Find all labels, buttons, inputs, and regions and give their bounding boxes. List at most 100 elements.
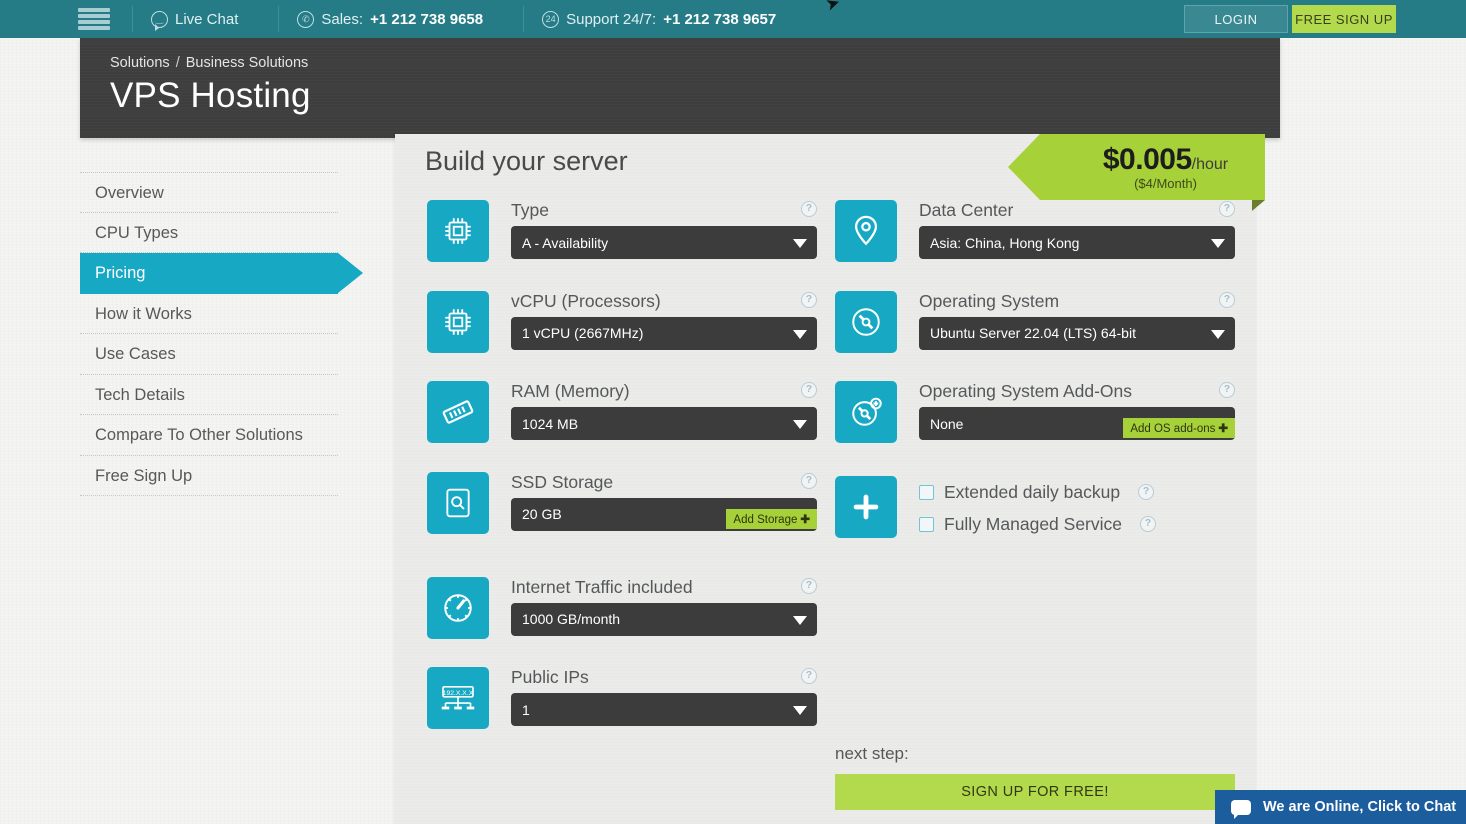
option-label: Fully Managed Service: [944, 513, 1122, 534]
help-icon[interactable]: ?: [1219, 382, 1235, 398]
speedometer-icon: [427, 576, 489, 639]
support-phone[interactable]: 24 Support 24/7: +1 212 738 9657: [524, 10, 794, 28]
type-select[interactable]: A - Availability: [511, 226, 817, 259]
chevron-down-icon: [793, 706, 807, 715]
price-unit: /hour: [1191, 156, 1229, 173]
option-label: Extended daily backup: [944, 481, 1121, 502]
extended-daily-backup-checkbox[interactable]: [919, 484, 934, 500]
price-monthly: ($4/Month): [1134, 176, 1197, 191]
cpu-chip-icon: [427, 290, 489, 353]
help-icon[interactable]: ?: [1140, 516, 1156, 532]
disc-icon: [835, 290, 897, 353]
sidebar-item-free-signup[interactable]: Free Sign Up: [80, 456, 338, 496]
svg-text:192.X.X.X: 192.X.X.X: [443, 690, 474, 697]
form-column-right: Data Center ? Asia: China, Hong Kong Ope…: [835, 200, 1235, 572]
sidebar-item-tech-details[interactable]: Tech Details: [80, 375, 338, 415]
field-label: Operating System: [919, 290, 1060, 311]
internet-traffic-select[interactable]: 1000 GB/month: [511, 602, 817, 636]
field-ram: RAM (Memory) ? 1024 MB: [427, 381, 817, 443]
add-os-addons-button[interactable]: Add OS add-ons ✚: [1123, 418, 1235, 438]
help-icon[interactable]: ?: [801, 472, 817, 489]
next-step-section: next step: SIGN UP FOR FREE!: [835, 744, 1235, 810]
support-number: +1 212 738 9657: [663, 10, 777, 28]
fully-managed-service-checkbox[interactable]: [919, 516, 934, 532]
data-center-select[interactable]: Asia: China, Hong Kong: [919, 226, 1235, 259]
vcpu-select[interactable]: 1 vCPU (2667MHz): [511, 316, 817, 350]
help-icon[interactable]: ?: [801, 577, 817, 594]
server-builder-panel: Build your server $0.005/hour ($4/Month): [395, 134, 1265, 824]
sign-up-for-free-button[interactable]: SIGN UP FOR FREE!: [835, 774, 1235, 810]
field-internet-traffic: Internet Traffic included ? 1000 GB/mont…: [427, 576, 817, 639]
sidebar-item-label: Overview: [95, 184, 164, 202]
sidebar-item-label: Use Cases: [95, 345, 176, 363]
help-icon[interactable]: ?: [801, 201, 817, 217]
option-fully-managed-service[interactable]: Fully Managed Service ?: [919, 508, 1235, 540]
add-storage-button[interactable]: Add Storage ✚: [726, 508, 817, 529]
field-body: Data Center ? Asia: China, Hong Kong: [919, 200, 1235, 259]
select-value: None: [930, 415, 964, 432]
help-icon[interactable]: ?: [1138, 484, 1155, 500]
sidebar-item-how-it-works[interactable]: How it Works: [80, 294, 338, 334]
help-icon[interactable]: ?: [1219, 291, 1235, 308]
chat-widget[interactable]: We are Online, Click to Chat: [1215, 790, 1466, 824]
field-data-center: Data Center ? Asia: China, Hong Kong: [835, 200, 1235, 262]
support-label: Support 24/7:: [566, 10, 657, 28]
panel-title: Build your server: [425, 146, 628, 176]
sidebar-item-cpu-types[interactable]: CPU Types: [80, 213, 338, 253]
field-operating-system: Operating System ? Ubuntu Server 22.04 (…: [835, 290, 1235, 353]
next-step-label: next step:: [835, 744, 909, 763]
field-type: Type ? A - Availability: [427, 200, 817, 262]
live-chat-link[interactable]: ‿ Live Chat: [133, 10, 256, 31]
select-value: 1024 MB: [522, 415, 579, 432]
help-icon[interactable]: ?: [801, 291, 817, 308]
login-button[interactable]: LOGIN: [1184, 5, 1288, 33]
sidebar-nav: Overview CPU Types Pricing How it Works …: [80, 172, 363, 496]
select-value: 20 GB: [522, 506, 562, 522]
sidebar-item-compare[interactable]: Compare To Other Solutions: [80, 415, 338, 456]
sidebar-item-label: CPU Types: [95, 223, 179, 242]
breadcrumb-root[interactable]: Solutions: [110, 55, 170, 71]
sidebar-item-label: Tech Details: [95, 385, 185, 404]
chevron-down-icon: [793, 239, 807, 248]
mouse-cursor: ➤: [823, 0, 843, 15]
price-ribbon: $0.005/hour ($4/Month): [1008, 134, 1265, 211]
price-amount: $0.005: [1102, 143, 1192, 176]
help-icon[interactable]: ?: [1219, 201, 1235, 217]
option-extended-daily-backup[interactable]: Extended daily backup ?: [919, 476, 1235, 508]
form-column-left: Type ? A - Availability vCPU (Processors…: [427, 200, 817, 758]
chat-widget-label: We are Online, Click to Chat: [1263, 799, 1457, 815]
chat-icon: ‿: [151, 10, 168, 31]
field-label: Internet Traffic included: [511, 576, 693, 597]
sidebar-item-use-cases[interactable]: Use Cases: [80, 334, 338, 375]
panel-header: Build your server $0.005/hour ($4/Month): [395, 134, 1265, 211]
ram-select[interactable]: 1024 MB: [511, 407, 817, 440]
select-value: Asia: China, Hong Kong: [930, 234, 1080, 251]
field-body: SSD Storage ? 20 GB Add Storage ✚: [511, 472, 817, 531]
plus-icon: ✚: [800, 513, 810, 526]
sales-label: Sales:: [321, 10, 364, 28]
select-value: 1: [522, 701, 530, 718]
map-pin-icon: [835, 200, 897, 262]
sales-phone[interactable]: ✆ Sales: +1 212 738 9658: [279, 10, 501, 28]
free-signup-button[interactable]: FREE SIGN UP: [1292, 5, 1396, 33]
phone-icon: ✆: [297, 10, 315, 28]
plus-icon: [835, 476, 897, 538]
field-ssd-storage: SSD Storage ? 20 GB Add Storage ✚: [427, 471, 817, 534]
sidebar-item-overview[interactable]: Overview: [80, 172, 338, 213]
hamburger-icon[interactable]: [78, 6, 110, 32]
breadcrumb-current[interactable]: Business Solutions: [186, 55, 309, 71]
sidebar-item-pricing[interactable]: Pricing: [80, 253, 363, 294]
operating-system-select[interactable]: Ubuntu Server 22.04 (LTS) 64-bit: [919, 316, 1235, 350]
top-bar: ‿ Live Chat ✆ Sales: +1 212 738 9658 24 …: [0, 0, 1466, 38]
disc-plus-icon: [835, 381, 897, 443]
sidebar-item-label: How it Works: [95, 304, 192, 323]
field-label: vCPU (Processors): [511, 290, 661, 311]
field-label: Type: [511, 200, 549, 220]
help-icon[interactable]: ?: [801, 382, 817, 398]
help-icon[interactable]: ?: [801, 668, 817, 684]
page-root: ‿ Live Chat ✆ Sales: +1 212 738 9658 24 …: [0, 0, 1466, 824]
chat-bubble-icon: [1231, 799, 1251, 819]
memory-stick-icon: [427, 381, 489, 443]
price-line: $0.005/hour: [1103, 143, 1228, 177]
public-ips-select[interactable]: 1: [511, 693, 817, 726]
